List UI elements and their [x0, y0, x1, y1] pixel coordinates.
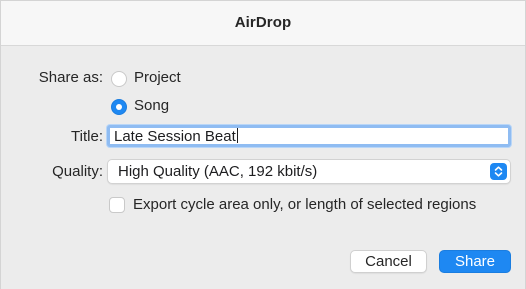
title-input[interactable]: Late Session Beat: [107, 125, 511, 147]
dialog-titlebar: AirDrop: [1, 1, 525, 46]
radio-song[interactable]: [111, 99, 127, 115]
radio-selected-dot: [116, 104, 122, 110]
chevron-up-down-icon[interactable]: [490, 163, 507, 180]
share-as-label: Share as:: [38, 69, 103, 86]
text-caret: [236, 128, 238, 143]
export-cycle-checkbox[interactable]: [109, 197, 125, 213]
radio-project-label[interactable]: Project: [134, 69, 181, 86]
radio-song-label[interactable]: Song: [134, 97, 169, 114]
quality-select-value: High Quality (AAC, 192 kbit/s): [118, 163, 318, 180]
quality-label: Quality:: [52, 163, 103, 180]
share-button[interactable]: Share: [439, 250, 511, 273]
dialog-title: AirDrop: [234, 14, 292, 31]
quality-select[interactable]: High Quality (AAC, 192 kbit/s): [107, 159, 511, 184]
cancel-button[interactable]: Cancel: [350, 250, 427, 273]
title-input-value: Late Session Beat: [114, 128, 236, 145]
export-cycle-label[interactable]: Export cycle area only, or length of sel…: [133, 196, 476, 213]
radio-project[interactable]: [111, 71, 127, 87]
title-label: Title:: [71, 128, 103, 145]
airdrop-dialog: AirDrop Share as: Project Song Title: La…: [0, 0, 526, 289]
